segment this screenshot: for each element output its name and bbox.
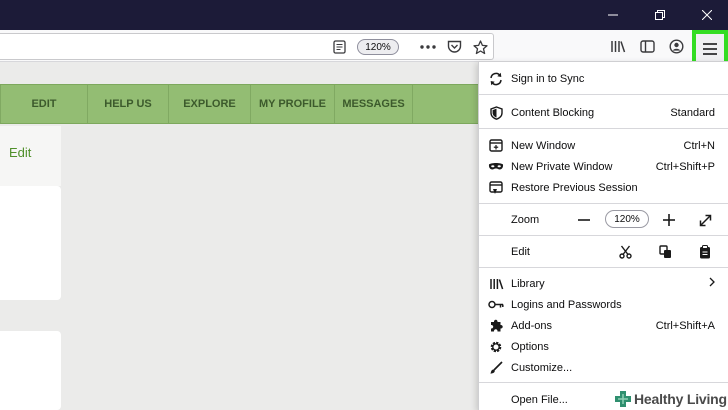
- restore-session-icon: [487, 179, 505, 197]
- menu-item-content-blocking[interactable]: Content Blocking Standard: [479, 102, 728, 123]
- health-cross-logo-icon: [615, 391, 631, 407]
- menu-label: Options: [511, 340, 549, 353]
- menu-item-new-window[interactable]: New Window Ctrl+N: [479, 135, 728, 156]
- fullscreen-button[interactable]: [695, 210, 715, 230]
- content-card: [0, 331, 61, 410]
- sidebar-icon[interactable]: [636, 35, 658, 57]
- menu-separator: [479, 94, 728, 95]
- account-icon[interactable]: [665, 35, 687, 57]
- menu-separator: [479, 267, 728, 268]
- menu-label: Zoom: [511, 213, 540, 226]
- menu-shortcut: Ctrl+N: [683, 139, 715, 152]
- menu-label: Sign in to Sync: [511, 72, 585, 85]
- menu-label: Edit: [511, 245, 530, 258]
- menu-label: New Window: [511, 139, 576, 152]
- sync-icon: [487, 70, 505, 88]
- zoom-reset-button[interactable]: 120%: [605, 210, 649, 228]
- menu-item-restore-session[interactable]: Restore Previous Session: [479, 177, 728, 198]
- new-window-icon: [487, 137, 505, 155]
- menu-separator: [479, 382, 728, 383]
- nav-help-us[interactable]: HELP US: [88, 85, 169, 123]
- menu-item-sign-in-sync[interactable]: Sign in to Sync: [479, 68, 728, 89]
- minimize-icon: [608, 14, 618, 16]
- library-icon[interactable]: [607, 35, 629, 57]
- chevron-right-icon: [709, 277, 715, 290]
- puzzle-piece-icon: [487, 317, 505, 335]
- scissors-icon: [618, 245, 632, 259]
- minus-icon: [578, 219, 590, 221]
- navigation-toolbar: 120%: [0, 30, 728, 62]
- menu-item-logins-passwords[interactable]: Logins and Passwords: [479, 294, 728, 315]
- hamburger-menu-icon: [703, 42, 717, 55]
- menu-label: Restore Previous Session: [511, 181, 638, 194]
- private-mask-icon: [487, 158, 505, 176]
- paste-button[interactable]: [695, 242, 715, 262]
- plus-icon: [663, 214, 675, 226]
- menu-label: Customize...: [511, 361, 573, 374]
- restore-button[interactable]: [637, 0, 683, 30]
- shield-icon: [487, 104, 505, 122]
- window-titlebar: [0, 0, 728, 30]
- menu-item-zoom: Zoom: [479, 209, 728, 230]
- content-blocking-status: Standard: [670, 106, 715, 119]
- menu-shortcut: Ctrl+Shift+A: [655, 319, 715, 332]
- zoom-in-button[interactable]: [659, 210, 679, 230]
- minimize-button[interactable]: [590, 0, 636, 30]
- menu-label: Content Blocking: [511, 106, 595, 119]
- close-window-button[interactable]: [684, 0, 728, 30]
- edit-link[interactable]: Edit: [9, 145, 31, 160]
- watermark: Healthy Living: [614, 388, 728, 410]
- menu-separator: [479, 128, 728, 129]
- menu-separator: [479, 203, 728, 204]
- content-card: [0, 186, 61, 300]
- gear-icon: [487, 338, 505, 356]
- menu-label: Open File...: [511, 393, 568, 406]
- library-icon: [487, 275, 505, 293]
- copy-button[interactable]: [655, 242, 675, 262]
- nav-my-profile[interactable]: MY PROFILE: [251, 85, 335, 123]
- menu-label: New Private Window: [511, 160, 613, 173]
- address-bar[interactable]: 120%: [0, 33, 494, 60]
- nav-edit[interactable]: EDIT: [0, 85, 88, 123]
- zoom-indicator[interactable]: 120%: [357, 39, 399, 55]
- menu-label: Add-ons: [511, 319, 552, 332]
- menu-label: Logins and Passwords: [511, 298, 622, 311]
- menu-shortcut: Ctrl+Shift+P: [655, 160, 715, 173]
- nav-explore[interactable]: EXPLORE: [169, 85, 251, 123]
- close-icon: [702, 10, 712, 20]
- menu-item-library[interactable]: Library: [479, 273, 728, 294]
- paintbrush-icon: [487, 359, 505, 377]
- menu-item-addons[interactable]: Add-ons Ctrl+Shift+A: [479, 315, 728, 336]
- menu-item-options[interactable]: Options: [479, 336, 728, 357]
- key-icon: [487, 296, 505, 314]
- watermark-text: Healthy Living: [634, 391, 727, 407]
- cut-button[interactable]: [615, 242, 635, 262]
- site-navigation: EDIT HELP US EXPLORE MY PROFILE MESSAGES: [0, 84, 478, 124]
- clipboard-icon: [700, 245, 710, 259]
- menu-item-customize[interactable]: Customize...: [479, 357, 728, 378]
- app-menu-panel: Sign in to Sync Content Blocking Standar…: [478, 61, 728, 410]
- nav-messages[interactable]: MESSAGES: [335, 85, 413, 123]
- fullscreen-icon: [699, 214, 711, 226]
- page-actions-icon[interactable]: [417, 36, 439, 58]
- menu-item-edit: Edit: [479, 241, 728, 262]
- pocket-icon[interactable]: [443, 36, 465, 58]
- restore-icon: [655, 10, 665, 20]
- menu-label: Library: [511, 277, 545, 290]
- copy-icon: [658, 245, 671, 258]
- zoom-out-button[interactable]: [574, 210, 594, 230]
- reader-view-icon[interactable]: [328, 36, 350, 58]
- menu-item-new-private-window[interactable]: New Private Window Ctrl+Shift+P: [479, 156, 728, 177]
- bookmark-star-icon[interactable]: [469, 36, 491, 58]
- menu-separator: [479, 235, 728, 236]
